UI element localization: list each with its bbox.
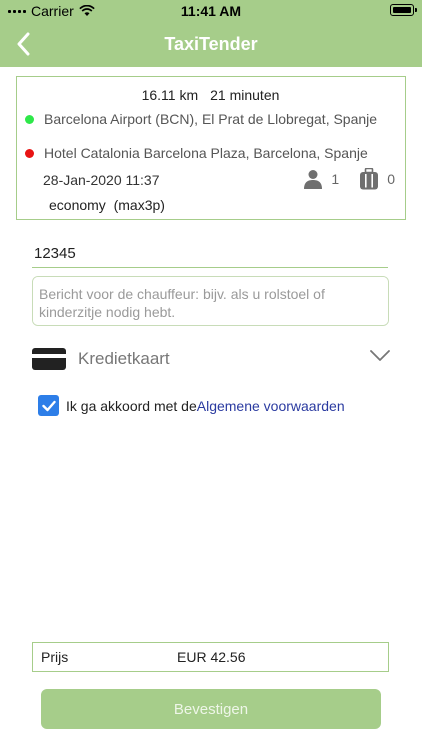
payment-method-label: Kredietkaart: [78, 349, 170, 368]
confirm-button[interactable]: Bevestigen: [41, 689, 381, 729]
pickup-address: Barcelona Airport (BCN), El Prat de Llob…: [44, 111, 378, 127]
trip-summary-card: 16.11 km 21 minuten Barcelona Airport (BC…: [16, 76, 406, 220]
pickup-dot-icon: [25, 114, 34, 124]
luggage-count: 0: [387, 171, 395, 187]
status-bar: Carrier 11:41 AM: [0, 0, 422, 22]
luggage-icon: [360, 168, 379, 190]
passenger-count: 1: [331, 171, 340, 187]
terms-text: Ik ga akkoord met deAlgemene voorwaarden: [66, 398, 345, 414]
checkmark-icon: [41, 400, 56, 411]
terms-row: Ik ga akkoord met deAlgemene voorwaarden: [38, 395, 345, 416]
driver-message-field[interactable]: [32, 276, 389, 326]
payment-method-select[interactable]: Kredietkaart: [32, 342, 390, 376]
terms-checkbox[interactable]: [38, 395, 59, 416]
dropoff-address: Hotel Catalonia Barcelona Plaza, Barcelo…: [44, 145, 368, 161]
price-label: Prijs: [41, 649, 69, 665]
code-input[interactable]: [32, 240, 388, 268]
duration: 21 minuten: [210, 87, 280, 103]
status-time: 11:41 AM: [180, 3, 242, 19]
terms-link[interactable]: Algemene voorwaarden: [197, 398, 345, 414]
price-box: Prijs EUR 42.56: [32, 642, 389, 672]
nav-bar: TaxiTender: [0, 22, 422, 67]
top-bar: Carrier 11:41 AM TaxiTender: [0, 0, 422, 67]
route-info: 16.11 km 21 minuten: [17, 87, 404, 103]
page-title: TaxiTender: [164, 34, 258, 54]
pickup-datetime: 28-Jan-2020 11:37: [43, 172, 160, 188]
price-value: EUR 42.56: [177, 649, 246, 665]
chevron-down-icon: [370, 350, 390, 361]
terms-label: Ik ga akkoord met de: [66, 397, 197, 414]
distance: 16.11 km: [141, 87, 199, 103]
credit-card-icon: [32, 348, 66, 370]
dropoff-dot-icon: [25, 148, 34, 158]
trip-counts: 1 0: [303, 168, 395, 190]
person-icon: [304, 170, 323, 189]
battery-icon: [390, 4, 417, 16]
car-class: economy (max3p): [49, 197, 165, 213]
pickup-location: Barcelona Airport (BCN), El Prat de Llob…: [25, 111, 377, 127]
dropoff-location: Hotel Catalonia Barcelona Plaza, Barcelo…: [25, 145, 368, 161]
